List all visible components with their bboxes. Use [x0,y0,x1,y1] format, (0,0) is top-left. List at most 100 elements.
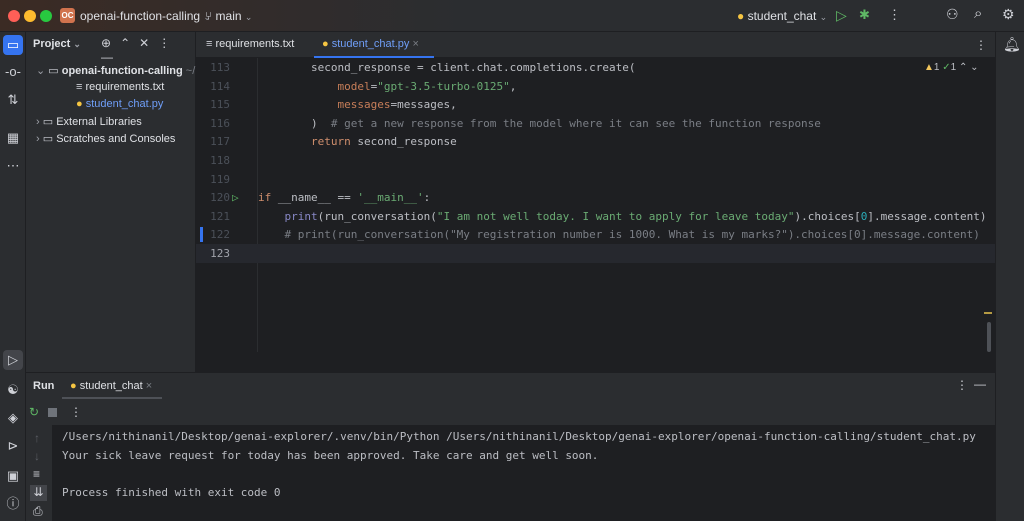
tree-item[interactable]: ● student_chat.py [76,98,163,110]
problems-icon[interactable]: ⓘ [3,494,23,514]
code-line: 116 ) # get a new response from the mode… [196,114,995,133]
code-token: ) [310,116,331,130]
run-config-name: student_chat [747,9,817,23]
more-icon[interactable]: ⋮ [70,405,82,419]
commit-icon[interactable]: -o- [3,62,23,82]
left-tool-strip: ▭ -o- ⇅ ▦ ⋯ ▷ ☯ ◈ ⊳ ▣ ⓘ [0,32,26,521]
console-output[interactable]: ↑ ↓ ≡ ⇊ ⎙ /Users/nithinanil/Desktop/gena… [26,425,995,521]
down-arrow-icon[interactable]: ↓ [34,449,40,463]
code-line: 114 model="gpt-3.5-turbo-0125", [196,77,995,96]
code-text: return second_response [258,132,457,151]
project-switcher[interactable]: openai-function-calling ⌄ [80,9,211,23]
console-line: /Users/nithinanil/Desktop/genai-explorer… [62,430,976,443]
tab-student-chat[interactable]: ● student_chat.py × [314,32,434,58]
terminal-icon[interactable]: ▣ [3,466,23,486]
code-line: 115 messages=messages, [196,95,995,114]
branch-switcher[interactable]: ⑂ main ⌄ [205,9,252,23]
run-config-selector[interactable]: ● student_chat ⌄ [737,9,827,23]
close-tab-icon[interactable]: × [412,38,418,50]
code-token: model [337,79,371,93]
chevron-right-icon[interactable]: › [36,133,43,145]
run-tab-label: student_chat [79,380,143,392]
settings-icon[interactable]: ⚙ [1002,6,1015,23]
rerun-icon[interactable]: ↻ [29,405,39,419]
options-icon[interactable]: ⋮ [158,36,179,50]
python-console-icon[interactable]: ☯ [3,380,23,400]
code-token: , [509,79,517,93]
code-line: 121 print(run_conversation("I am not wel… [196,207,995,226]
tree-item[interactable]: › ▭ Scratches and Consoles [36,132,175,145]
search-icon[interactable]: ⌕ [974,5,982,22]
project-folder-icon[interactable]: ▭ [3,35,23,55]
hide-panel-icon[interactable]: — [974,377,986,391]
tree-item[interactable]: ≡ requirements.txt [76,81,164,93]
stop-icon[interactable] [48,408,57,417]
line-number: 113 [210,61,230,74]
up-arrow-icon[interactable]: ↑ [34,431,40,445]
line-number: 118 [210,154,230,167]
minimize-window-button[interactable] [24,10,36,22]
line-number: 115 [210,98,230,112]
code-token: ].message.content) [867,209,987,223]
code-text: second_response = client.chat.completion… [258,58,636,77]
close-tab-icon[interactable]: × [146,380,152,392]
hide-icon[interactable]: — [101,50,122,64]
structure-icon[interactable]: ▦ [3,128,23,148]
scrollbar[interactable] [987,322,991,352]
code-line: 120 ▷ if __name__ == '__main__': [196,188,995,207]
line-number: 120 [210,191,230,205]
maximize-window-button[interactable] [40,10,52,22]
packages-icon[interactable]: ◈ [3,408,23,428]
add-user-icon[interactable]: ⚇ [946,6,959,23]
code-token: messages [337,98,391,112]
run-tab[interactable]: ● student_chat × [62,373,162,399]
console-line: Your sick leave request for today has be… [62,448,599,462]
scroll-to-end-icon[interactable]: ⇊ [30,485,47,501]
code-editor[interactable]: ▲1 ✓1 ⌃ ⌄ 113 second_response = client.c… [196,58,995,372]
tree-item[interactable]: ⌄ ▭ openai-function-calling ~/Des [36,64,215,77]
chevron-down-icon: ⌄ [244,12,253,22]
code-text: print(run_conversation("I am not well to… [258,207,987,226]
code-text: messages=messages, [258,95,456,114]
services-icon[interactable]: ⊳ [3,436,23,456]
run-tool-icon[interactable]: ▷ [3,350,23,370]
panel-actions: ⊕⌃✕⋮ — [101,36,195,64]
tab-options-icon[interactable]: ⋮ [975,38,987,52]
code-line: 117 return second_response [196,132,995,151]
code-token: '__main__' [357,191,424,205]
project-panel-title[interactable]: Project ⌄ [33,38,81,50]
project-title: Project [33,38,71,50]
code-line: 119 [196,170,995,189]
soft-wrap-icon[interactable]: ≡ [33,467,40,481]
run-options-icon[interactable]: ⋮ [956,378,968,392]
tab-requirements[interactable]: ≡ requirements.txt [206,38,294,50]
collapse-icon[interactable]: ✕ [139,36,158,50]
python-icon: ● [322,38,329,50]
code-text: if __name__ == '__main__': [258,188,430,207]
chevron-down-icon[interactable]: ⌄ [36,65,48,77]
more-tools-icon[interactable]: ⋯ [3,156,23,176]
tree-item[interactable]: › ▭ External Libraries [36,115,142,128]
line-number: 119 [210,172,230,186]
chevron-right-icon[interactable]: › [36,116,43,128]
project-panel: Project ⌄ ⊕⌃✕⋮ — ⌄ ▭ openai-function-call… [26,32,215,372]
line-number: 123 [210,247,230,260]
tree-item-label: openai-function-calling [61,65,183,77]
expand-icon[interactable]: ⌃ [120,36,139,50]
more-options-icon[interactable]: ⋮ [888,7,901,23]
close-window-button[interactable] [8,10,20,22]
locate-icon[interactable]: ⊕ [101,36,120,50]
python-icon: ● [76,98,86,110]
branch-icon: ⑂ [205,9,213,23]
code-line: 118 [196,151,995,170]
debug-icon[interactable]: ✱ [859,7,870,23]
project-name: openai-function-calling [80,9,201,23]
notifications-icon[interactable]: 🔔︎ [1003,36,1021,53]
code-text: # print(run_conversation("My registratio… [258,225,980,244]
run-gutter-icon[interactable]: ▷ [232,188,239,207]
print-icon[interactable]: ⎙ [33,504,43,519]
pull-requests-icon[interactable]: ⇅ [3,90,23,110]
run-icon[interactable]: ▷ [836,7,847,24]
python-icon: ● [70,380,77,392]
line-number: 116 [210,116,230,130]
